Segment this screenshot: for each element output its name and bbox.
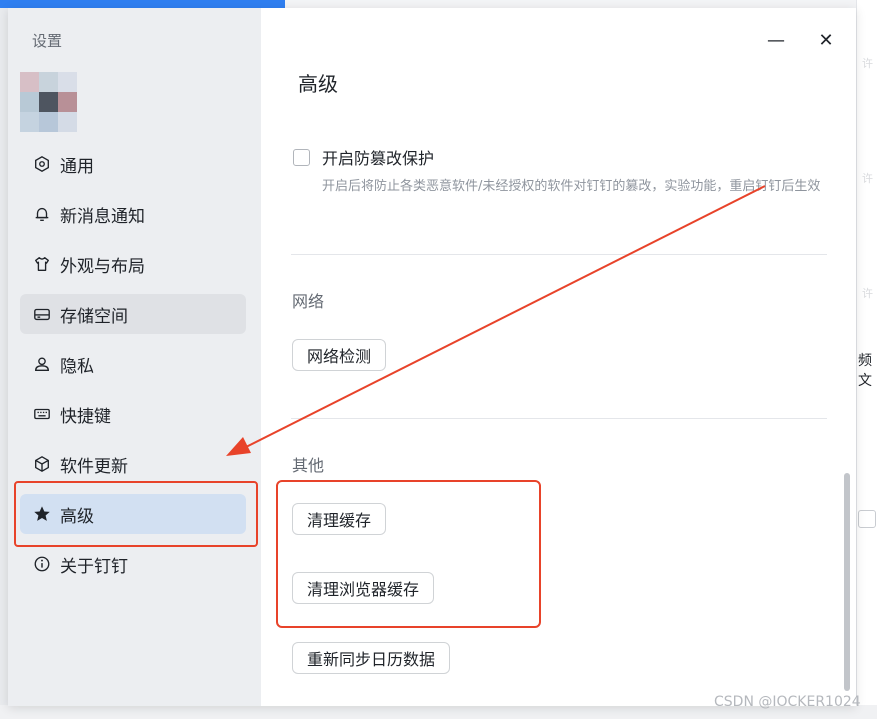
sidebar-item-privacy[interactable]: 隐私	[20, 344, 246, 384]
watermark: CSDN @IOCKER1024	[714, 694, 861, 710]
network-section-title: 网络	[292, 292, 325, 311]
sidebar-item-storage[interactable]: 存储空间	[20, 294, 246, 334]
background-watermark: 许	[862, 172, 873, 185]
tamper-protection-label: 开启防篡改保护	[322, 149, 435, 168]
sidebar-item-label: 快捷键	[60, 406, 111, 427]
minimize-button[interactable]: —	[766, 30, 786, 51]
background-text: 频文	[858, 353, 872, 389]
sidebar-item-notifications[interactable]: 新消息通知	[20, 194, 246, 234]
sidebar-item-label: 新消息通知	[60, 206, 145, 227]
sidebar-item-label: 关于钉钉	[60, 556, 128, 577]
keyboard-icon	[32, 404, 52, 424]
tamper-protection-description: 开启后将防止各类恶意软件/未经授权的软件对钉钉的篡改，实验功能，重启钉钉后生效	[322, 179, 821, 194]
shirt-icon	[32, 254, 52, 274]
hexagon-settings-icon	[32, 154, 52, 174]
tamper-protection-checkbox[interactable]	[293, 148, 310, 166]
divider	[291, 418, 827, 419]
background-strip	[285, 0, 877, 8]
settings-content: — ✕ 高级 开启防篡改保护 开启后将防止各类恶意软件/未经授权的软件对钉钉的篡…	[261, 8, 856, 706]
annotation-box-sidebar	[14, 481, 258, 547]
sidebar-item-label: 软件更新	[60, 456, 128, 477]
close-button[interactable]: ✕	[816, 30, 836, 51]
sidebar-item-appearance[interactable]: 外观与布局	[20, 244, 246, 284]
background-icon	[858, 510, 876, 528]
scrollbar[interactable]	[844, 473, 850, 691]
bell-icon	[32, 204, 52, 224]
cube-icon	[32, 454, 52, 474]
background-banner	[0, 0, 285, 8]
other-section-title: 其他	[292, 456, 325, 475]
sidebar-item-label: 外观与布局	[60, 256, 145, 277]
divider	[291, 254, 827, 255]
info-icon	[32, 554, 52, 574]
sidebar-title: 设置	[32, 32, 63, 50]
sidebar-item-general[interactable]: 通用	[20, 144, 246, 184]
sidebar-item-about[interactable]: 关于钉钉	[20, 544, 246, 584]
sidebar-item-label: 隐私	[60, 356, 94, 377]
settings-sidebar: 设置 通用 新消息通知 外观与布局 存储空间 隐私 快捷键 软件更新 高级 关于…	[8, 8, 261, 706]
sidebar-item-shortcuts[interactable]: 快捷键	[20, 394, 246, 434]
sidebar-item-label: 通用	[60, 156, 94, 177]
background-watermark: 许	[862, 57, 873, 70]
background-watermark: 许	[862, 287, 873, 300]
storage-icon	[32, 304, 52, 324]
sidebar-item-updates[interactable]: 软件更新	[20, 444, 246, 484]
tamper-protection-row[interactable]: 开启防篡改保护	[293, 145, 434, 169]
settings-dialog: 设置 通用 新消息通知 外观与布局 存储空间 隐私 快捷键 软件更新 高级 关于…	[8, 8, 856, 706]
page-title: 高级	[298, 72, 338, 96]
avatar[interactable]	[20, 72, 77, 132]
sidebar-item-label: 存储空间	[60, 306, 128, 327]
resync-calendar-button[interactable]: 重新同步日历数据	[292, 642, 451, 674]
annotation-box-content	[276, 480, 541, 628]
network-check-button[interactable]: 网络检测	[292, 339, 387, 371]
person-icon	[32, 354, 52, 374]
